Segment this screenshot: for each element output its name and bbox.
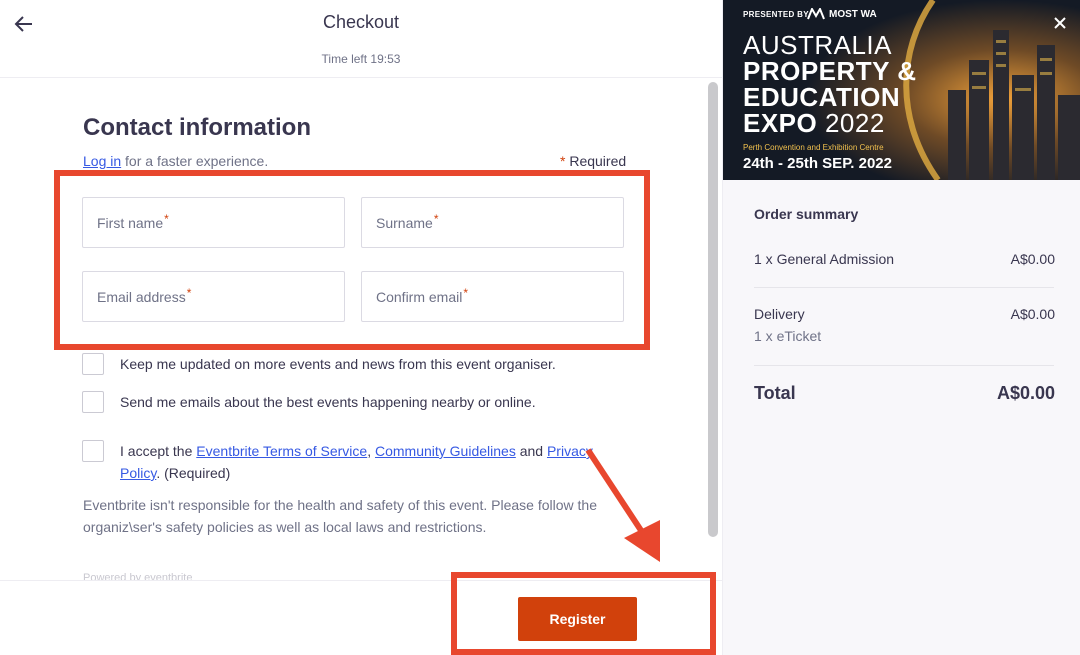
page-title: Checkout <box>322 12 400 32</box>
terms-and: and <box>515 443 547 459</box>
checkout-header: Checkout Time left 19:53 <box>0 0 722 78</box>
required-note: * Required <box>560 153 626 169</box>
organiser-updates-label: Keep me updated on more events and news … <box>120 356 556 372</box>
banner-expo: EXPO <box>743 108 818 138</box>
checkout-panel: Checkout Time left 19:53 Contact informa… <box>0 0 722 655</box>
terms-prefix: I accept the <box>120 443 197 459</box>
banner-brand-name: MOST WA <box>829 8 877 20</box>
contact-info-heading: Contact information <box>83 114 311 141</box>
total-amount: A$0.00 <box>996 383 1055 403</box>
terms-suffix: . (Required) <box>156 465 231 481</box>
best-events-label: Send me emails about the best events hap… <box>120 394 536 410</box>
terms-label: I accept the Eventbrite Terms of Service… <box>120 440 600 484</box>
banner-dates: 24th - 25th SEP. 2022 <box>743 155 892 172</box>
login-link[interactable]: Log in <box>83 153 121 169</box>
banner-venue: Perth Convention and Exhibition Centre <box>743 143 884 152</box>
ticket-row: 1 x General Admission A$0.00 <box>754 251 1055 267</box>
terms-row: I accept the Eventbrite Terms of Service… <box>82 440 600 484</box>
close-icon[interactable] <box>1051 14 1069 32</box>
summary-divider <box>754 287 1054 288</box>
fields-highlight-box <box>54 170 650 350</box>
order-summary-panel: PRESENTED BY MOST WA AUSTRALIA PROPERTY … <box>722 0 1080 655</box>
total-label: Total <box>754 383 796 403</box>
terms-of-service-link[interactable]: Eventbrite Terms of Service <box>196 443 367 459</box>
banner-brand: MOST WA <box>807 8 877 20</box>
summary-divider <box>754 365 1054 366</box>
terms-checkbox[interactable] <box>82 440 104 462</box>
login-prompt: Log in for a faster experience. <box>83 153 268 169</box>
required-text: Required <box>565 153 627 169</box>
annotation-arrow-icon <box>585 448 660 562</box>
best-events-row: Send me emails about the best events hap… <box>82 391 536 413</box>
banner-year: 2022 <box>817 108 885 138</box>
ticket-label: 1 x General Admission <box>754 251 895 267</box>
most-wa-logo-icon <box>807 8 825 20</box>
organiser-updates-row: Keep me updated on more events and news … <box>82 353 556 375</box>
register-highlight-box <box>451 572 716 655</box>
safety-disclaimer: Eventbrite isn't responsible for the hea… <box>83 497 597 535</box>
ticket-amount: A$0.00 <box>1010 251 1055 267</box>
community-guidelines-link[interactable]: Community Guidelines <box>375 443 516 459</box>
delivery-amount: A$0.00 <box>1010 306 1055 322</box>
delivery-label: Delivery <box>754 306 805 322</box>
banner-presented-by: PRESENTED BY <box>743 10 809 19</box>
event-banner: PRESENTED BY MOST WA AUSTRALIA PROPERTY … <box>723 0 1080 180</box>
delivery-row: Delivery A$0.00 <box>754 306 1055 322</box>
organiser-updates-checkbox[interactable] <box>82 353 104 375</box>
login-suffix: for a faster experience. <box>121 153 269 169</box>
banner-line-4: EXPO 2022 <box>743 108 885 139</box>
time-left: Time left 19:53 <box>321 52 401 66</box>
order-summary-title: Order summary <box>754 206 859 222</box>
privacy-policy-link-cont[interactable]: Policy <box>120 465 156 481</box>
terms-sep: , <box>367 443 375 459</box>
best-events-checkbox[interactable] <box>82 391 104 413</box>
scrollbar-thumb[interactable] <box>708 82 718 537</box>
delivery-subtext: 1 x eTicket <box>754 328 822 344</box>
